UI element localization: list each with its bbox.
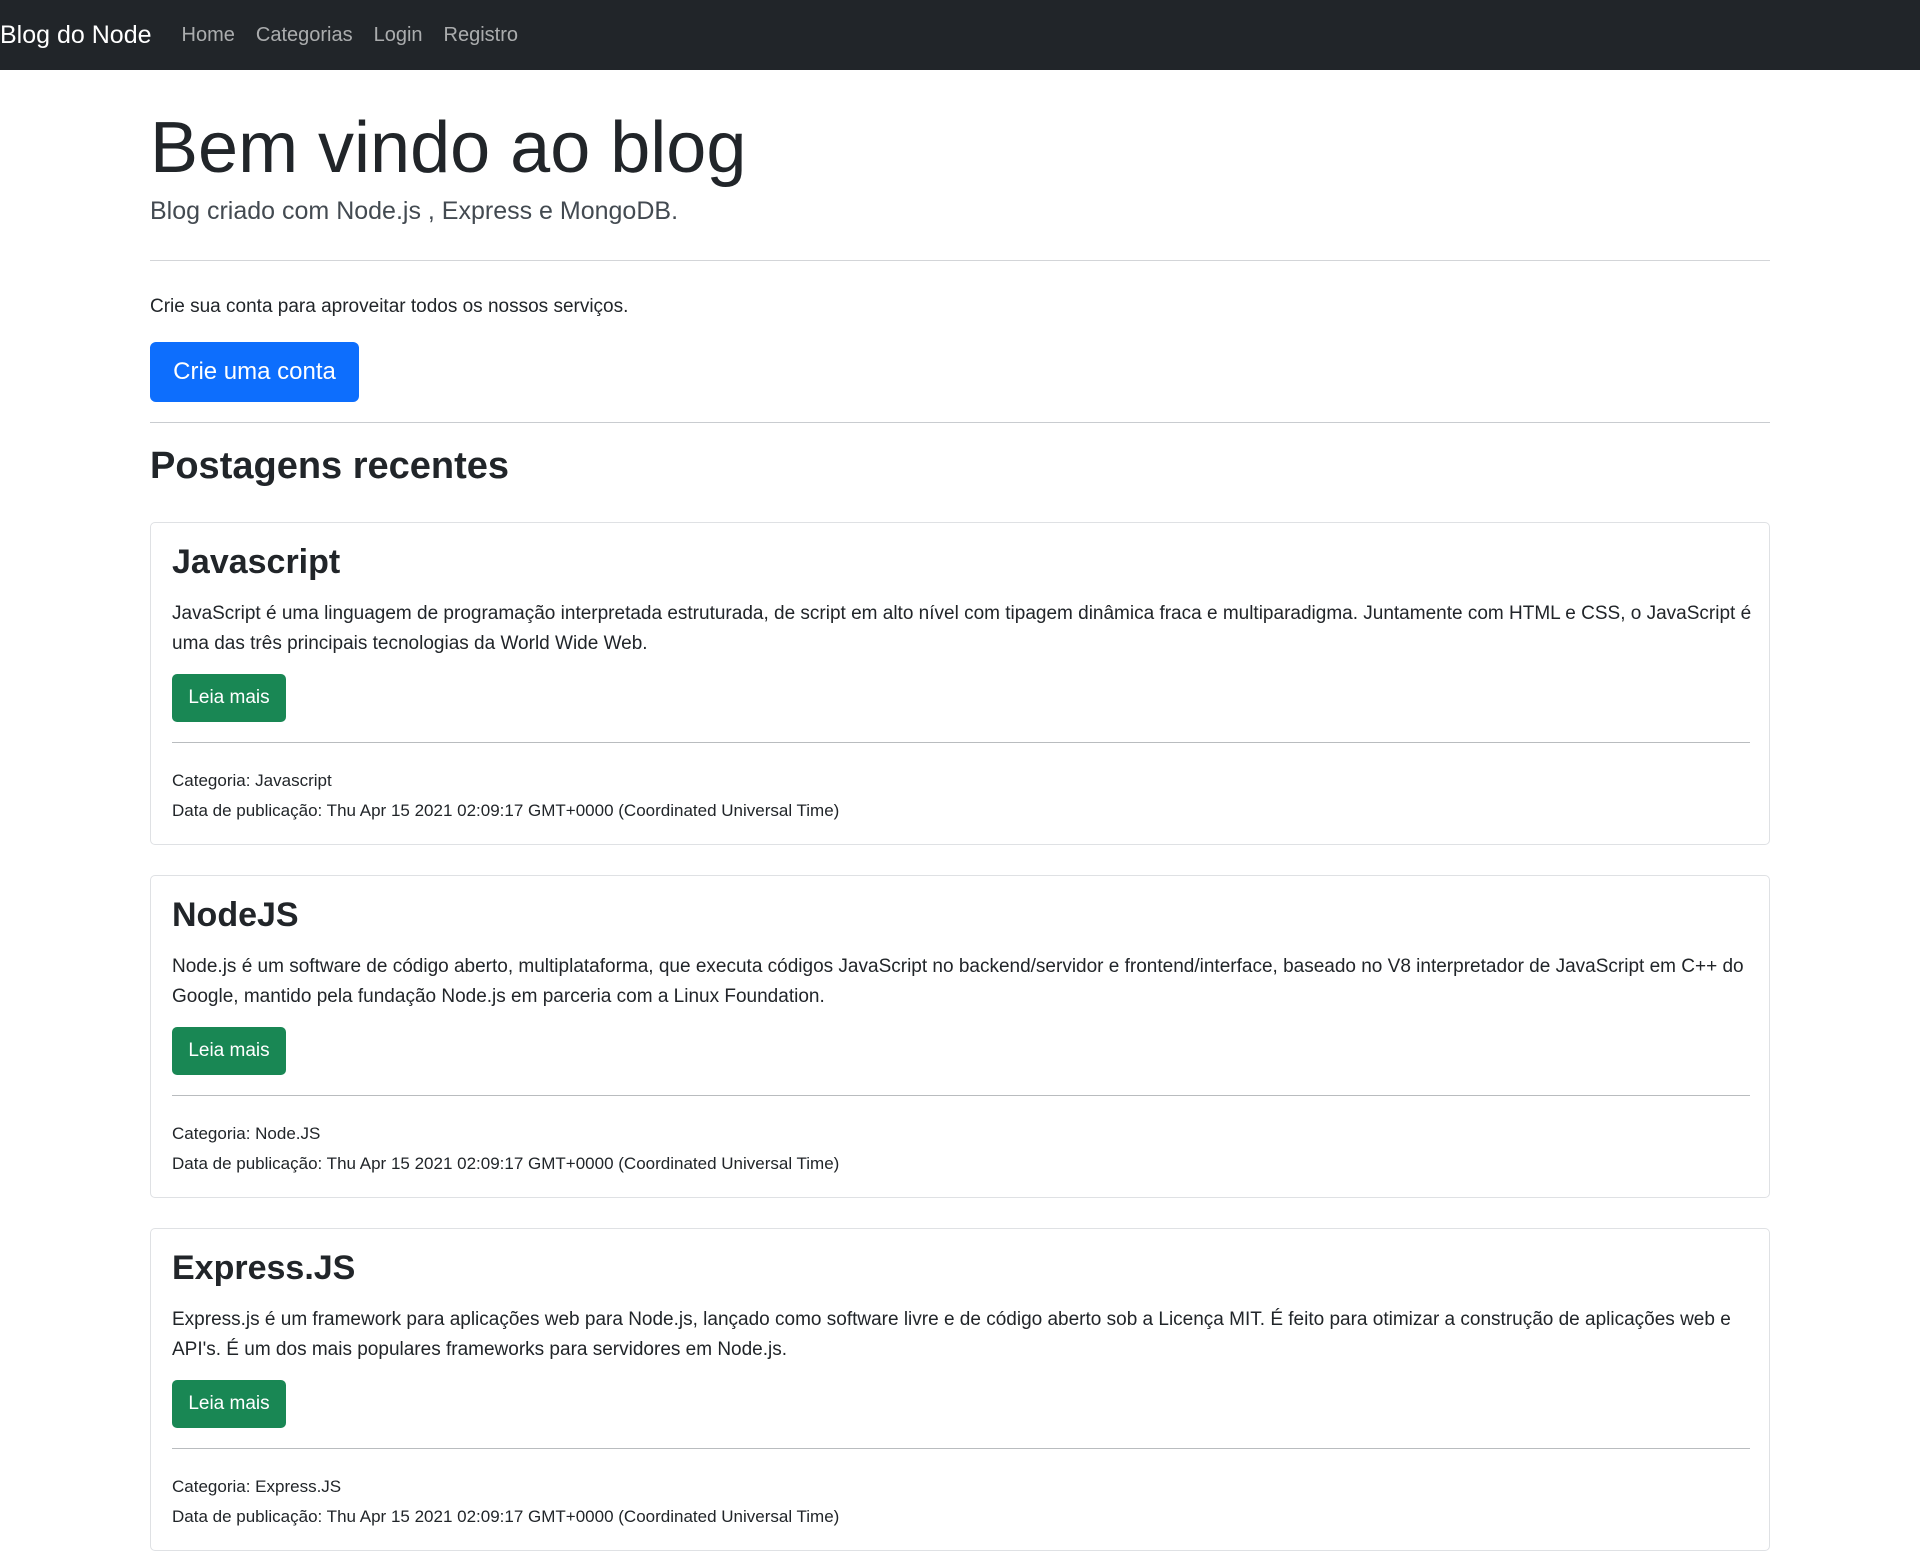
read-more-button[interactable]: Leia mais [172, 674, 286, 722]
post-date: Data de publicação: Thu Apr 15 2021 02:0… [172, 801, 840, 820]
post-description: Node.js é um software de código aberto, … [172, 956, 1744, 1007]
create-account-button[interactable]: Crie uma conta [150, 342, 359, 402]
nav-link-home[interactable]: Home [182, 24, 235, 47]
divider [172, 1095, 1750, 1096]
nav-link-login[interactable]: Login [374, 24, 423, 47]
post-description: Express.js é um framework para aplicaçõe… [172, 1309, 1731, 1360]
post-card-javascript: Javascript JavaScript é uma linguagem de… [150, 522, 1770, 845]
divider [172, 742, 1750, 743]
post-date: Data de publicação: Thu Apr 15 2021 02:0… [172, 1507, 840, 1526]
post-category: Categoria: Express.JS [172, 1477, 342, 1496]
divider [150, 422, 1770, 423]
post-title: Express.JS [172, 1249, 356, 1287]
page-title: Bem vindo ao blog [150, 108, 747, 188]
nav-link-categorias[interactable]: Categorias [256, 24, 353, 47]
post-date: Data de publicação: Thu Apr 15 2021 02:0… [172, 1154, 840, 1173]
post-title: NodeJS [172, 896, 299, 934]
post-card-expressjs: Express.JS Express.js é um framework par… [150, 1228, 1770, 1551]
post-card-nodejs: NodeJS Node.js é um software de código a… [150, 875, 1770, 1198]
nav-link-registro[interactable]: Registro [444, 24, 518, 47]
post-category: Categoria: Node.JS [172, 1124, 321, 1143]
intro-text: Crie sua conta para aproveitar todos os … [150, 296, 629, 317]
navbar-brand[interactable]: Blog do Node [0, 21, 152, 50]
post-category: Categoria: Javascript [172, 771, 332, 790]
post-description: JavaScript é uma linguagem de programaçã… [172, 603, 1752, 654]
read-more-button[interactable]: Leia mais [172, 1380, 286, 1428]
divider [150, 260, 1770, 261]
navbar: Blog do Node Home Categorias Login Regis… [0, 0, 1920, 70]
divider [172, 1448, 1750, 1449]
section-title: Postagens recentes [150, 445, 510, 487]
post-title: Javascript [172, 543, 341, 581]
read-more-button[interactable]: Leia mais [172, 1027, 286, 1075]
page-subtitle: Blog criado com Node.js , Express e Mong… [150, 197, 679, 225]
